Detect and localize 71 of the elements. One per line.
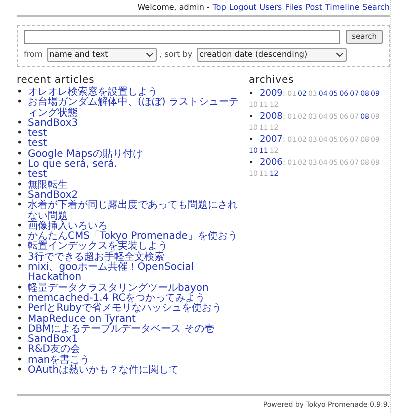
article-link[interactable]: mixi、gooホーム共催！OpenSocial Hackathon [28, 263, 245, 284]
year-link[interactable]: 2007 [260, 135, 283, 146]
year-link[interactable]: 2008 [260, 112, 283, 123]
nav-link[interactable]: Timeline [326, 3, 360, 12]
bullet-text: • [17, 139, 24, 150]
article-link[interactable]: オレオレ検索窓を設置しよう [28, 88, 158, 98]
sort-label: , sort by [160, 49, 193, 61]
bullet-text: • [17, 201, 24, 214]
bullet-text: • [17, 242, 24, 253]
bullet-text: • [17, 88, 24, 98]
article-link[interactable]: PerlとRubyで省メモリなハッシュを使おう [28, 304, 222, 315]
nav-link[interactable]: Users [260, 3, 282, 12]
welcome-text: Welcome, admin - [138, 3, 210, 12]
year-link[interactable]: 2006 [260, 158, 283, 169]
nav-link[interactable]: Logout [229, 3, 257, 12]
bullet-text: • [17, 180, 24, 191]
article-link[interactable]: test [28, 139, 48, 150]
bullet-text: • [17, 129, 24, 140]
bullet-text: • [17, 314, 24, 325]
article-link[interactable]: お台場ガンダム解体中、(ほぼ) ラストシューティング状態 [28, 98, 245, 119]
article-link[interactable]: 無限転生 [28, 180, 68, 191]
bullet-text: • [17, 263, 24, 276]
bullet-text: • [17, 150, 24, 160]
bullet-text: • [17, 118, 24, 130]
bullet-text: • [17, 170, 24, 181]
article-link[interactable]: OAuthは熱いかも？な件に関して [28, 366, 180, 376]
colon-text: : [282, 157, 286, 168]
article-link[interactable]: SandBox1 [28, 335, 78, 346]
bullet-text: • [249, 111, 255, 122]
from-dropdown[interactable]: name and text [46, 48, 157, 62]
colon-text: : [282, 134, 286, 145]
search-field[interactable] [24, 30, 340, 44]
section-heading: recent articles [17, 75, 96, 86]
bullet-text: • [17, 232, 24, 242]
sort-dropdown[interactable]: creation date (descending) [196, 48, 347, 62]
article-link[interactable]: test [28, 170, 48, 181]
nav-link[interactable]: Files [285, 3, 303, 12]
year-link[interactable]: 2009 [260, 89, 283, 100]
bullet-text: • [17, 356, 24, 366]
bullet-text: • [17, 222, 24, 232]
article-link[interactable]: Google Mapsの貼り付け [28, 150, 143, 160]
nav-link[interactable]: Post [306, 3, 322, 12]
bullet-text: • [17, 190, 24, 202]
bullet-text: • [17, 324, 24, 336]
bullet-text: • [249, 134, 255, 145]
article-link[interactable]: Lo que será, será. [28, 160, 118, 170]
colon-text: : [282, 88, 286, 99]
bullet-text: • [249, 88, 255, 99]
article-link[interactable]: 水着が下着が同じ露出度であっても問題にされない問題 [28, 201, 245, 222]
bullet-text: • [17, 252, 24, 264]
article-link[interactable]: test [28, 129, 48, 140]
section-heading: archives [249, 75, 296, 87]
bullet-text: • [249, 157, 255, 168]
nav-link[interactable]: Top [212, 3, 226, 12]
bullet-text: • [17, 284, 24, 294]
nav-link[interactable]: Search [362, 3, 390, 12]
colon-text: : [282, 111, 286, 122]
article-link[interactable]: R&D友の会 [28, 345, 80, 356]
bullet-text: • [17, 345, 24, 356]
article-link[interactable]: MapReduce on Tyrant [28, 314, 136, 325]
article-link[interactable]: 軽量データクラスタリングツールbayon [28, 284, 209, 294]
article-link[interactable]: 転置インデックスを実装しよう [28, 242, 168, 253]
bullet-text: • [17, 366, 24, 376]
article-link[interactable]: SandBox3 [28, 118, 78, 130]
bullet-text: • [17, 294, 24, 304]
from-label: from [24, 49, 43, 61]
bullet-text: • [17, 160, 24, 170]
article-link[interactable]: DBMによるテーブルデータベース その壱 [28, 324, 214, 336]
bullet-text: • [17, 98, 24, 110]
bullet-text: • [17, 304, 24, 315]
bullet-text: • [17, 335, 24, 346]
